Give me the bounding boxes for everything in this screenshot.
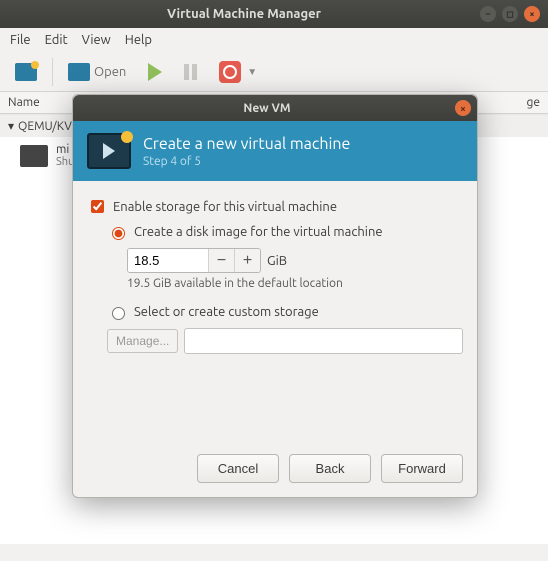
toolbar: Open ▼ [0,52,548,92]
monitor-new-icon [15,63,37,81]
menu-help[interactable]: Help [125,33,152,47]
dialog-title: New VM [79,102,455,115]
chevron-down-icon: ▾ [8,119,14,133]
back-button[interactable]: Back [289,454,371,483]
new-vm-button[interactable] [8,57,44,87]
main-window-titlebar: Virtual Machine Manager – ◻ × [0,0,548,28]
disk-size-input[interactable] [128,249,208,272]
dialog-titlebar: New VM × [73,95,477,121]
available-storage-hint: 19.5 GiB available in the default locati… [127,277,463,290]
custom-storage-input[interactable] [112,307,125,320]
enable-storage-input[interactable] [91,200,104,213]
play-icon [148,63,162,81]
dialog-header: Create a new virtual machine Step 4 of 5 [73,121,477,181]
custom-storage-label: Select or create custom storage [134,305,319,319]
spinner-increment[interactable]: + [234,249,260,272]
menubar: File Edit View Help [0,28,548,52]
pause-icon [184,64,197,80]
dialog-step: Step 4 of 5 [143,155,350,168]
open-label: Open [94,65,126,79]
minimize-icon[interactable]: – [480,6,496,22]
connection-label: QEMU/KV [18,120,72,133]
enable-storage-label: Enable storage for this virtual machine [113,200,337,214]
dialog-footer: Cancel Back Forward [73,440,477,497]
vm-wizard-icon [87,133,131,169]
disk-size-spinner: − + [127,248,261,273]
window-controls: – ◻ × [480,6,540,22]
vm-icon [20,145,48,167]
chevron-down-icon: ▼ [247,66,257,78]
power-icon [219,61,241,83]
cancel-button[interactable]: Cancel [197,454,279,483]
create-disk-radio[interactable]: Create a disk image for the virtual mach… [107,224,463,240]
create-disk-input[interactable] [112,227,125,240]
menu-edit[interactable]: Edit [45,33,68,47]
dialog-body: Enable storage for this virtual machine … [73,181,477,370]
new-vm-dialog: New VM × Create a new virtual machine St… [72,94,478,498]
window-title: Virtual Machine Manager [8,7,480,21]
dialog-heading: Create a new virtual machine [143,135,350,153]
enable-storage-checkbox[interactable]: Enable storage for this virtual machine [87,197,463,216]
close-icon[interactable]: × [524,6,540,22]
forward-button[interactable]: Forward [381,454,463,483]
menu-view[interactable]: View [82,33,111,47]
custom-storage-radio[interactable]: Select or create custom storage [107,304,463,320]
pause-button[interactable] [177,57,204,87]
menu-file[interactable]: File [10,33,31,47]
disk-size-row: − + GiB [127,248,463,273]
spinner-decrement[interactable]: − [208,249,234,272]
storage-path-entry [184,328,463,354]
open-button[interactable]: Open [61,57,133,87]
create-disk-label: Create a disk image for the virtual mach… [134,225,383,239]
monitor-icon [68,63,90,81]
run-button[interactable] [141,57,169,87]
manage-storage-row: Manage... [107,328,463,354]
manage-button: Manage... [107,329,178,353]
shutdown-button[interactable]: ▼ [212,57,264,87]
disk-size-unit: GiB [267,254,287,268]
dialog-close-icon[interactable]: × [455,100,471,116]
maximize-icon[interactable]: ◻ [502,6,518,22]
